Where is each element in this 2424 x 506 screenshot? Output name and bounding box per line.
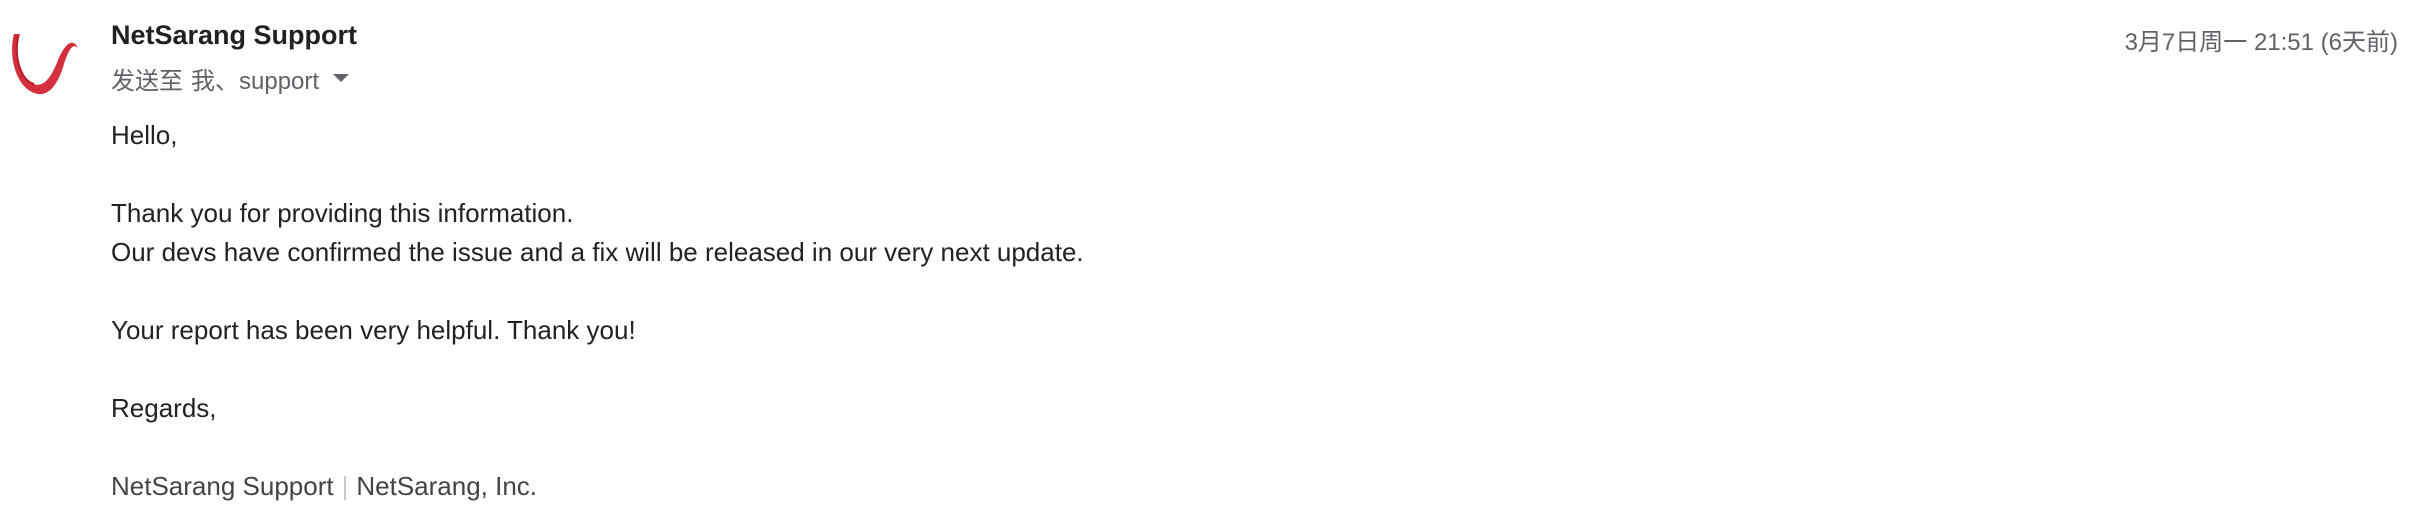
caret-down-icon[interactable] (333, 74, 350, 82)
signature-separator: | (341, 471, 349, 501)
sender-name[interactable]: NetSarang Support (111, 20, 357, 51)
recipients-details[interactable]: 发送至 我、support (111, 61, 350, 95)
netsarang-logo-icon (12, 34, 78, 95)
body-line: Your report has been very helpful. Thank… (111, 315, 636, 345)
signature-name: NetSarang Support (111, 471, 334, 501)
signature: NetSarang Support | NetSarang, Inc. (111, 467, 1084, 506)
email-body: Hello, Thank you for providing this info… (111, 116, 1084, 506)
email-timestamp: 3月7日周一 21:51 (6天前) (2124, 29, 2398, 56)
sender-avatar[interactable] (8, 16, 78, 100)
body-line: Thank you for providing this information… (111, 198, 574, 228)
greeting: Hello, (111, 120, 178, 150)
body-line: Our devs have confirmed the issue and a … (111, 237, 1084, 267)
recipient-list: 我、support (191, 67, 320, 95)
closing: Regards, (111, 393, 217, 423)
signature-company: NetSarang, Inc. (356, 471, 538, 501)
to-label: 发送至 (111, 67, 183, 95)
